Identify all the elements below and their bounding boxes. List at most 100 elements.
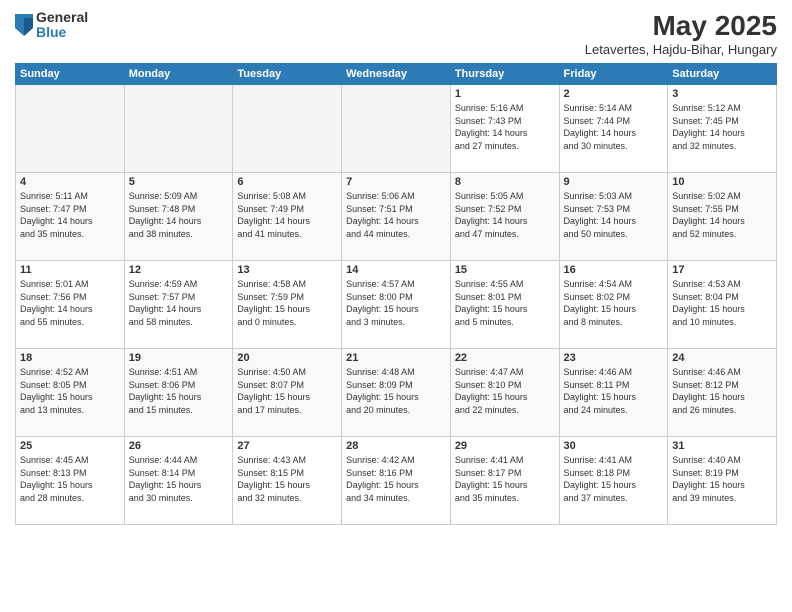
day-number: 29	[455, 440, 555, 452]
day-number: 1	[455, 88, 555, 100]
col-saturday: Saturday	[668, 64, 777, 85]
table-row: 26 Sunrise: 4:44 AMSunset: 8:14 PMDayligh…	[124, 437, 233, 525]
table-row: 10Sunrise: 5:02 AMSunset: 7:55 PMDayligh…	[668, 173, 777, 261]
day-info: Sunrise: 4:59 AMSunset: 7:57 PMDaylight:…	[129, 278, 229, 328]
day-number: 15	[455, 264, 555, 276]
day-number: 13	[237, 264, 337, 276]
table-row: 3 Sunrise: 5:12 AMSunset: 7:45 PMDaylight…	[668, 85, 777, 173]
calendar-week-row: 11 Sunrise: 5:01 AMSunset: 7:56 PMDayligh…	[16, 261, 777, 349]
table-row: 17 Sunrise: 4:53 AMSunset: 8:04 PMDayligh…	[668, 261, 777, 349]
day-number: 9	[564, 176, 664, 188]
day-number: 3	[672, 88, 772, 100]
day-info: Sunrise: 4:41 AMSunset: 8:17 PMDaylight:…	[455, 454, 555, 504]
calendar: Sunday Monday Tuesday Wednesday Thursday…	[15, 63, 777, 525]
day-number: 26	[129, 440, 229, 452]
table-row: 9Sunrise: 5:03 AMSunset: 7:53 PMDaylight…	[559, 173, 668, 261]
page: General Blue May 2025 Letavertes, Hajdu-…	[0, 0, 792, 612]
day-info: Sunrise: 4:52 AMSunset: 8:05 PMDaylight:…	[20, 366, 120, 416]
day-number: 7	[346, 176, 446, 188]
table-row: 7 Sunrise: 5:06 AMSunset: 7:51 PMDaylight…	[342, 173, 451, 261]
day-info: Sunrise: 4:51 AMSunset: 8:06 PMDaylight:…	[129, 366, 229, 416]
table-row	[16, 85, 125, 173]
day-number: 8	[455, 176, 555, 188]
day-number: 20	[237, 352, 337, 364]
month-title: May 2025	[585, 10, 777, 42]
day-number: 11	[20, 264, 120, 276]
table-row: 19 Sunrise: 4:51 AMSunset: 8:06 PMDayligh…	[124, 349, 233, 437]
day-info: Sunrise: 4:50 AMSunset: 8:07 PMDaylight:…	[237, 366, 337, 416]
day-number: 23	[564, 352, 664, 364]
day-info: Sunrise: 5:12 AMSunset: 7:45 PMDaylight:…	[672, 102, 772, 152]
day-number: 18	[20, 352, 120, 364]
table-row: 20 Sunrise: 4:50 AMSunset: 8:07 PMDayligh…	[233, 349, 342, 437]
logo-general: General	[36, 10, 88, 25]
day-number: 31	[672, 440, 772, 452]
logo-icon	[15, 14, 33, 36]
day-number: 25	[20, 440, 120, 452]
day-info: Sunrise: 4:57 AMSunset: 8:00 PMDaylight:…	[346, 278, 446, 328]
day-number: 14	[346, 264, 446, 276]
table-row: 23 Sunrise: 4:46 AMSunset: 8:11 PMDayligh…	[559, 349, 668, 437]
col-sunday: Sunday	[16, 64, 125, 85]
table-row: 22Sunrise: 4:47 AMSunset: 8:10 PMDayligh…	[450, 349, 559, 437]
day-number: 12	[129, 264, 229, 276]
day-info: Sunrise: 4:46 AMSunset: 8:12 PMDaylight:…	[672, 366, 772, 416]
col-monday: Monday	[124, 64, 233, 85]
day-number: 27	[237, 440, 337, 452]
day-info: Sunrise: 5:16 AMSunset: 7:43 PMDaylight:…	[455, 102, 555, 152]
table-row	[233, 85, 342, 173]
table-row: 6Sunrise: 5:08 AMSunset: 7:49 PMDaylight…	[233, 173, 342, 261]
table-row	[124, 85, 233, 173]
table-row: 14 Sunrise: 4:57 AMSunset: 8:00 PMDayligh…	[342, 261, 451, 349]
calendar-week-row: 25Sunrise: 4:45 AMSunset: 8:13 PMDayligh…	[16, 437, 777, 525]
day-info: Sunrise: 5:05 AMSunset: 7:52 PMDaylight:…	[455, 190, 555, 240]
day-number: 21	[346, 352, 446, 364]
table-row: 27 Sunrise: 4:43 AMSunset: 8:15 PMDayligh…	[233, 437, 342, 525]
table-row: 5 Sunrise: 5:09 AMSunset: 7:48 PMDaylight…	[124, 173, 233, 261]
table-row: 15 Sunrise: 4:55 AMSunset: 8:01 PMDayligh…	[450, 261, 559, 349]
day-number: 22	[455, 352, 555, 364]
logo-text: General Blue	[36, 10, 88, 41]
day-number: 6	[237, 176, 337, 188]
day-info: Sunrise: 4:53 AMSunset: 8:04 PMDaylight:…	[672, 278, 772, 328]
day-info: Sunrise: 5:06 AMSunset: 7:51 PMDaylight:…	[346, 190, 446, 240]
day-number: 5	[129, 176, 229, 188]
table-row: 4Sunrise: 5:11 AMSunset: 7:47 PMDaylight…	[16, 173, 125, 261]
day-info: Sunrise: 4:42 AMSunset: 8:16 PMDaylight:…	[346, 454, 446, 504]
day-number: 2	[564, 88, 664, 100]
day-info: Sunrise: 4:46 AMSunset: 8:11 PMDaylight:…	[564, 366, 664, 416]
calendar-week-row: 4Sunrise: 5:11 AMSunset: 7:47 PMDaylight…	[16, 173, 777, 261]
day-number: 30	[564, 440, 664, 452]
table-row: 2 Sunrise: 5:14 AMSunset: 7:44 PMDaylight…	[559, 85, 668, 173]
day-info: Sunrise: 5:14 AMSunset: 7:44 PMDaylight:…	[564, 102, 664, 152]
table-row: 18 Sunrise: 4:52 AMSunset: 8:05 PMDayligh…	[16, 349, 125, 437]
day-info: Sunrise: 4:55 AMSunset: 8:01 PMDaylight:…	[455, 278, 555, 328]
day-number: 4	[20, 176, 120, 188]
table-row: 11 Sunrise: 5:01 AMSunset: 7:56 PMDayligh…	[16, 261, 125, 349]
header: General Blue May 2025 Letavertes, Hajdu-…	[15, 10, 777, 57]
table-row: 31Sunrise: 4:40 AMSunset: 8:19 PMDayligh…	[668, 437, 777, 525]
col-wednesday: Wednesday	[342, 64, 451, 85]
day-info: Sunrise: 4:43 AMSunset: 8:15 PMDaylight:…	[237, 454, 337, 504]
day-number: 17	[672, 264, 772, 276]
day-info: Sunrise: 4:41 AMSunset: 8:18 PMDaylight:…	[564, 454, 664, 504]
table-row: 28Sunrise: 4:42 AMSunset: 8:16 PMDayligh…	[342, 437, 451, 525]
col-thursday: Thursday	[450, 64, 559, 85]
calendar-week-row: 18 Sunrise: 4:52 AMSunset: 8:05 PMDayligh…	[16, 349, 777, 437]
day-number: 16	[564, 264, 664, 276]
day-info: Sunrise: 5:02 AMSunset: 7:55 PMDaylight:…	[672, 190, 772, 240]
col-friday: Friday	[559, 64, 668, 85]
day-info: Sunrise: 5:09 AMSunset: 7:48 PMDaylight:…	[129, 190, 229, 240]
logo: General Blue	[15, 10, 88, 41]
day-info: Sunrise: 5:01 AMSunset: 7:56 PMDaylight:…	[20, 278, 120, 328]
table-row: 21Sunrise: 4:48 AMSunset: 8:09 PMDayligh…	[342, 349, 451, 437]
calendar-header-row: Sunday Monday Tuesday Wednesday Thursday…	[16, 64, 777, 85]
day-info: Sunrise: 4:44 AMSunset: 8:14 PMDaylight:…	[129, 454, 229, 504]
day-number: 19	[129, 352, 229, 364]
title-area: May 2025 Letavertes, Hajdu-Bihar, Hungar…	[585, 10, 777, 57]
table-row	[342, 85, 451, 173]
table-row: 25Sunrise: 4:45 AMSunset: 8:13 PMDayligh…	[16, 437, 125, 525]
table-row: 12 Sunrise: 4:59 AMSunset: 7:57 PMDayligh…	[124, 261, 233, 349]
logo-blue: Blue	[36, 25, 88, 40]
table-row: 30 Sunrise: 4:41 AMSunset: 8:18 PMDayligh…	[559, 437, 668, 525]
